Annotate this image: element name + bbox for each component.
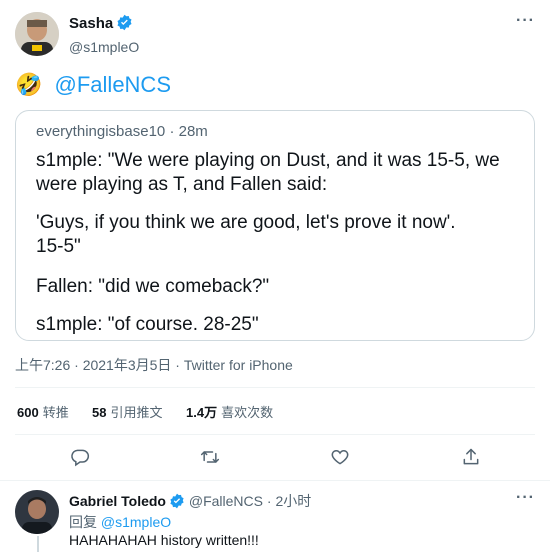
quoted-paragraph-1: s1mple: "We were playing on Dust, and it… [36,150,500,195]
replying-to: 回复 @s1mpleO [69,512,171,532]
reply-header: Gabriel Toledo @FalleNCS · 2小时 [69,491,311,512]
retweets-count: 600 [17,405,39,420]
quotes-stat[interactable]: 58 引用推文 [92,402,162,422]
quoted-paragraph-2: 'Guys, if you think we are good, let's p… [36,212,456,257]
reply-text: HAHAHAHAH history written!!! [69,532,259,548]
verified-icon [169,493,185,512]
mention-link[interactable]: @FalleNCS [55,72,171,97]
replying-prefix: 回复 [69,514,97,530]
reply-icon[interactable] [70,447,90,472]
quoted-paragraph-4: s1mple: "of course. 28-25" [36,314,259,335]
retweets-stat[interactable]: 600 转推 [17,402,69,422]
quoted-author: everythingisbase10 [36,123,166,140]
author-block: Sasha @s1mpleO [69,14,139,55]
reply-author-handle[interactable]: @FalleNCS [189,493,263,509]
divider [0,480,550,481]
avatar-gabriel[interactable] [15,490,59,534]
verified-icon [116,14,133,36]
quoted-time: 28m [178,123,208,140]
likes-stat[interactable]: 1.4万 喜欢次数 [186,402,273,422]
tweet-text: 🤣 @FalleNCS [15,72,171,98]
more-options-icon[interactable]: ··· [516,12,535,30]
divider [15,387,535,388]
share-icon[interactable] [461,447,481,472]
reply-time[interactable]: · 2小时 [267,493,311,509]
retweet-icon[interactable] [200,447,220,472]
quotes-label: 引用推文 [110,405,163,420]
like-icon[interactable] [330,447,350,472]
laughing-emoji-icon: 🤣 [15,72,43,97]
author-name[interactable]: Sasha [69,15,113,32]
avatar-sasha[interactable] [15,12,59,56]
quoted-paragraph-3: Fallen: "did we comeback?" [36,276,270,297]
author-handle[interactable]: @s1mpleO [69,39,139,55]
tweet-timestamp[interactable]: 上午7:26 · 2021年3月5日 · Twitter for iPhone [15,355,293,375]
reply-author-name[interactable]: Gabriel Toledo [69,493,166,509]
more-options-icon[interactable]: ··· [516,489,535,507]
replying-to-link[interactable]: @s1mpleO [101,514,171,530]
quoted-tweet-header: everythingisbase10 · 28m [36,123,208,140]
likes-label: 喜欢次数 [221,405,274,420]
retweets-label: 转推 [42,405,69,420]
likes-count: 1.4万 [186,405,218,420]
quoted-tweet[interactable]: everythingisbase10 · 28m s1mple: "We wer… [15,110,535,341]
quotes-count: 58 [92,405,107,420]
divider [15,434,535,435]
thread-line [37,536,39,552]
